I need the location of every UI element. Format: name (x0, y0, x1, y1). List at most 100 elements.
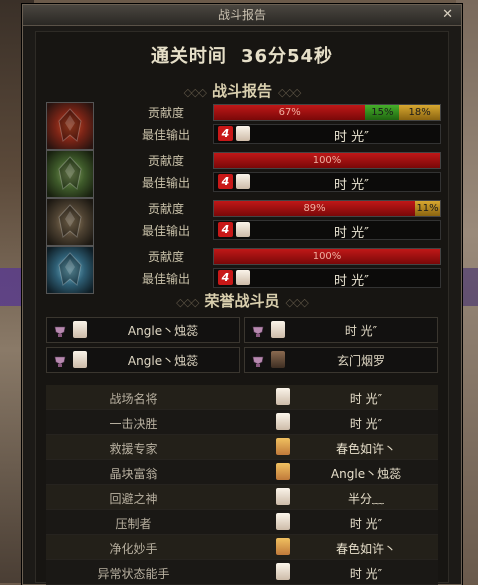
award-winner-name: 时 光″ (349, 417, 383, 431)
avatar-icon (276, 463, 290, 480)
best-output-box: 4 时 光″ (213, 268, 441, 289)
awards-list: 战场名将时 光″ 一击决胜时 光″ 救援专家 春色如许丶 晶块富翁 Angle丶烛蕊 回避之… (46, 385, 438, 585)
trophy-icon (251, 323, 265, 337)
contribution-segment: 100% (214, 249, 440, 264)
contribution-segment: 15% (365, 105, 400, 120)
award-title: 异常状态能手 (97, 567, 170, 581)
player-portrait (46, 102, 94, 150)
ornament-right: ◇◇◇ (278, 86, 301, 99)
best-output-label: 最佳输出 (141, 128, 190, 142)
award-row: 回避之神 半分﹏ (46, 485, 438, 510)
award-row: 一击决胜 时 光″ (46, 410, 438, 435)
avatar-icon (236, 126, 250, 141)
best-output-name: 时 光″ (334, 226, 369, 241)
clear-time-label: 通关时间 (150, 46, 227, 67)
award-row: 战场名将 时 光″ (46, 385, 438, 410)
avatar-icon (276, 538, 290, 555)
honor-name: Angle丶烛蕊 (127, 354, 199, 368)
contribution-bar: 100% (213, 248, 441, 265)
window-title: 战斗报告 (217, 8, 266, 22)
award-row: 晶块富翁 Angle丶烛蕊 (46, 460, 438, 485)
honor-grid: Angle丶烛蕊时 光″ Angle丶烛蕊 玄门烟罗 (46, 317, 438, 375)
award-title: 救援专家 (109, 442, 158, 456)
player-row: 贡献度最佳输出 100% 4 时 光″ (46, 150, 441, 198)
avatar-icon (276, 513, 290, 530)
honor-name: Angle丶烛蕊 (127, 324, 199, 338)
best-output-name: 时 光″ (334, 130, 369, 145)
avatar-icon (236, 174, 250, 189)
award-title: 净化妙手 (109, 542, 158, 556)
best-output-label: 最佳输出 (141, 176, 190, 190)
player-row: 贡献度最佳输出 89% 11% 4 时 光″ (46, 198, 441, 246)
ornament-left: ◇◇◇ (176, 296, 199, 309)
award-winner-name: Angle丶烛蕊 (330, 467, 402, 481)
award-winner-name: 半分﹏ (347, 492, 384, 506)
award-title: 战场名将 (109, 392, 158, 406)
award-title: 压制者 (115, 517, 152, 531)
honor-heading: ◇◇◇ 荣誉战斗员 ◇◇◇ (36, 290, 448, 311)
rank-icon: 4 (218, 270, 233, 285)
report-panel: 通关时间 36分54秒 ◇◇◇ 战斗报告 ◇◇◇ 贡献度 最佳输出 67% 15% 18% 4 时… (35, 31, 449, 585)
award-winner-name: 时 光″ (349, 392, 383, 406)
avatar-icon (276, 563, 290, 580)
honor-cell[interactable]: Angle丶烛蕊 (46, 317, 240, 343)
contribution-label: 贡献度 (147, 106, 184, 120)
avatar-icon (236, 222, 250, 237)
award-row: 净化妙手 春色如许丶 (46, 535, 438, 560)
award-row: 异常状态能手 时 光″ (46, 560, 438, 585)
avatar-icon (271, 351, 285, 368)
player-row: 贡献度最佳输出 67% 15% 18% 4 时 光″ (46, 102, 441, 150)
battle-report-title: 战斗报告 (211, 82, 272, 100)
contribution-bar: 89% 11% (213, 200, 441, 217)
best-output-label: 最佳输出 (141, 224, 190, 238)
rank-icon: 4 (218, 222, 233, 237)
ornament-left: ◇◇◇ (183, 86, 207, 99)
ornament-right: ◇◇◇ (285, 296, 309, 309)
contribution-segment: 11% (415, 201, 440, 216)
player-portrait (46, 150, 94, 198)
award-title: 一击决胜 (109, 417, 158, 431)
trophy-icon (53, 323, 67, 337)
honor-cell[interactable]: Angle丶烛蕊 (46, 347, 240, 373)
honor-cell[interactable]: 玄门烟罗 (244, 347, 438, 373)
clear-time: 通关时间 36分54秒 (36, 42, 448, 68)
avatar-icon (276, 388, 290, 405)
clear-time-value: 36分54秒 (240, 46, 334, 67)
player-portrait (46, 198, 94, 246)
contribution-bar: 100% (213, 152, 441, 169)
best-output-box: 4 时 光″ (213, 172, 441, 193)
award-title: 回避之神 (109, 492, 158, 506)
player-row: 贡献度最佳输出 100% 4 时 光″ (46, 246, 441, 294)
best-output-label: 最佳输出 (141, 272, 190, 286)
award-winner-name: 春色如许丶 (335, 542, 396, 556)
honor-cell[interactable]: 时 光″ (244, 317, 438, 343)
award-row: 压制者 时 光″ (46, 510, 438, 535)
best-output-box: 4 时 光″ (213, 220, 441, 241)
avatar-icon (271, 321, 285, 338)
battle-report-window: 战斗报告 ✕ 通关时间 36分54秒 ◇◇◇ 战斗报告 ◇◇◇ 贡献度 最佳输出 67% 1… (22, 4, 462, 585)
honor-title: 荣誉战斗员 (204, 292, 280, 310)
trophy-icon (53, 353, 67, 367)
contribution-segment: 100% (214, 153, 440, 168)
avatar-icon (276, 438, 290, 455)
award-row: 救援专家 春色如许丶 (46, 435, 438, 460)
close-icon[interactable]: ✕ (442, 5, 453, 25)
honor-name: 玄门烟罗 (336, 354, 385, 368)
player-portrait (46, 246, 94, 294)
honor-name: 时 光″ (344, 324, 378, 338)
trophy-icon (251, 353, 265, 367)
contribution-label: 贡献度 (147, 250, 184, 264)
best-output-box: 4 时 光″ (213, 124, 441, 145)
contribution-label: 贡献度 (147, 202, 184, 216)
avatar-icon (276, 488, 290, 505)
avatar-icon (276, 413, 290, 430)
avatar-icon (73, 321, 87, 338)
contribution-label: 贡献度 (147, 154, 184, 168)
award-winner-name: 春色如许丶 (335, 442, 396, 456)
contribution-segment: 67% (214, 105, 366, 120)
award-title: 晶块富翁 (109, 467, 158, 481)
avatar-icon (236, 270, 250, 285)
titlebar[interactable]: 战斗报告 ✕ (23, 5, 461, 26)
rank-icon: 4 (218, 126, 233, 141)
contribution-bar: 67% 15% 18% (213, 104, 441, 121)
